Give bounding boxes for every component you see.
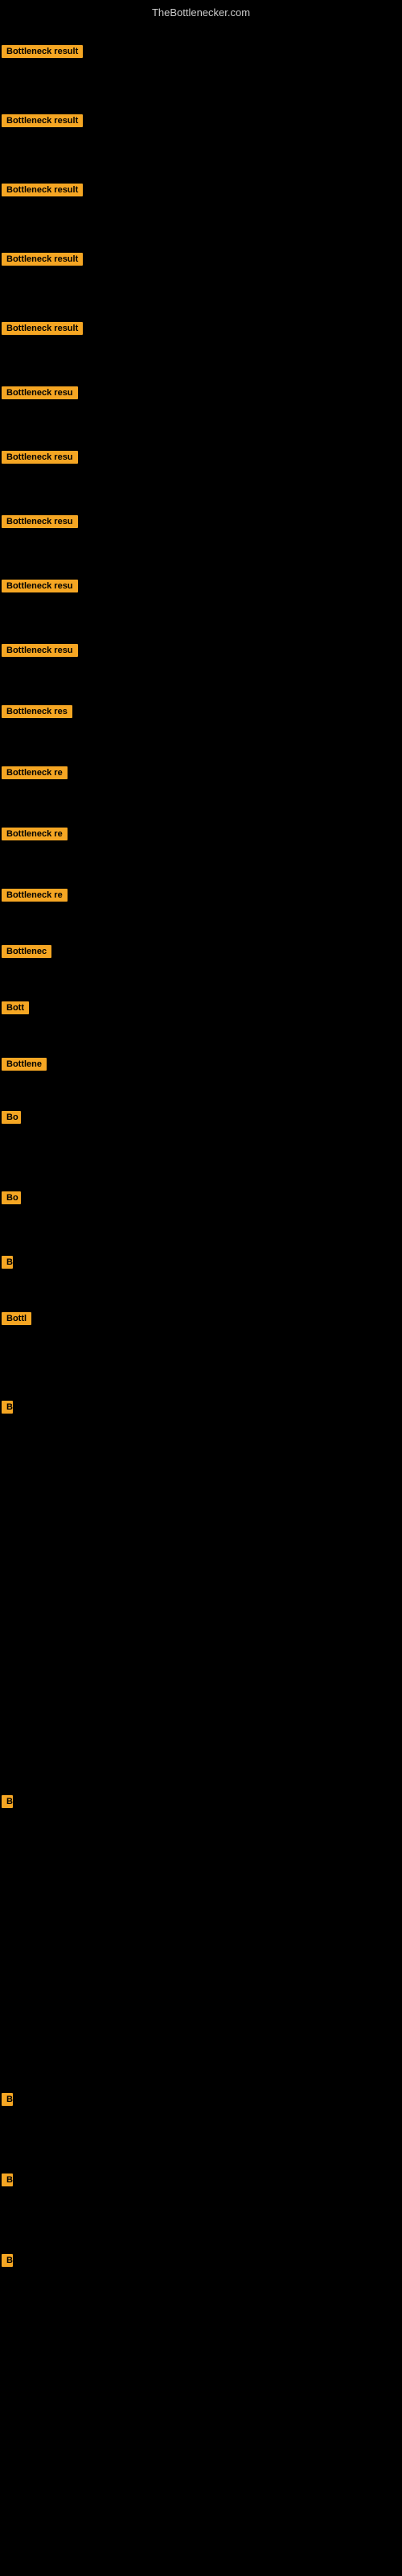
bottleneck-row: B [2,1401,13,1414]
bottleneck-result-badge: Bottleneck resu [2,580,78,592]
bottleneck-row: Bottleneck re [2,766,68,779]
bottleneck-row: Bottleneck resu [2,644,78,657]
bottleneck-result-badge: Bottleneck res [2,705,72,718]
bottleneck-row: Bottlene [2,1058,47,1071]
bottleneck-row: Bo [2,1191,21,1204]
bottleneck-result-badge: Bottleneck resu [2,451,78,464]
bottleneck-result-badge: B [2,2093,13,2106]
bottleneck-row: B [2,2093,13,2106]
bottleneck-result-badge: Bo [2,1191,21,1204]
bottleneck-result-badge: Bottleneck result [2,253,83,266]
bottleneck-row: Bottleneck res [2,705,72,718]
bottleneck-row: B [2,1795,13,1808]
bottleneck-result-badge: Bottleneck result [2,184,83,196]
bottleneck-row: Bottleneck resu [2,386,78,399]
bottleneck-row: Bo [2,1111,21,1124]
bottleneck-row: Bottleneck re [2,889,68,902]
bottleneck-result-badge: Bottl [2,1312,31,1325]
bottleneck-result-badge: Bottlenec [2,945,51,958]
bottleneck-result-badge: B [2,2174,13,2186]
bottleneck-result-badge: B [2,1256,13,1269]
bottleneck-result-badge: Bottleneck resu [2,515,78,528]
bottleneck-row: B [2,2174,13,2186]
bottleneck-result-badge: Bottlene [2,1058,47,1071]
bottleneck-result-badge: Bottleneck re [2,766,68,779]
bottleneck-row: Bottleneck result [2,253,83,266]
bottleneck-row: Bottleneck resu [2,580,78,592]
bottleneck-row: Bottl [2,1312,31,1325]
bottleneck-row: Bottlenec [2,945,51,958]
site-title: TheBottlenecker.com [0,3,402,22]
bottleneck-result-badge: Bottleneck result [2,114,83,127]
bottleneck-result-badge: Bottleneck resu [2,644,78,657]
bottleneck-result-badge: Bott [2,1001,29,1014]
bottleneck-row: Bottleneck result [2,45,83,58]
bottleneck-row: Bottleneck resu [2,451,78,464]
bottleneck-row: Bottleneck result [2,184,83,196]
bottleneck-result-badge: Bo [2,1111,21,1124]
bottleneck-row: B [2,2254,13,2267]
bottleneck-result-badge: Bottleneck result [2,322,83,335]
bottleneck-result-badge: Bottleneck resu [2,386,78,399]
bottleneck-result-badge: B [2,1795,13,1808]
bottleneck-result-badge: Bottleneck re [2,889,68,902]
bottleneck-row: Bottleneck re [2,828,68,840]
bottleneck-row: Bottleneck resu [2,515,78,528]
bottleneck-result-badge: B [2,1401,13,1414]
bottleneck-row: Bottleneck result [2,322,83,335]
bottleneck-row: B [2,1256,13,1269]
bottleneck-result-badge: Bottleneck re [2,828,68,840]
bottleneck-result-badge: B [2,2254,13,2267]
bottleneck-row: Bott [2,1001,29,1014]
bottleneck-row: Bottleneck result [2,114,83,127]
bottleneck-result-badge: Bottleneck result [2,45,83,58]
